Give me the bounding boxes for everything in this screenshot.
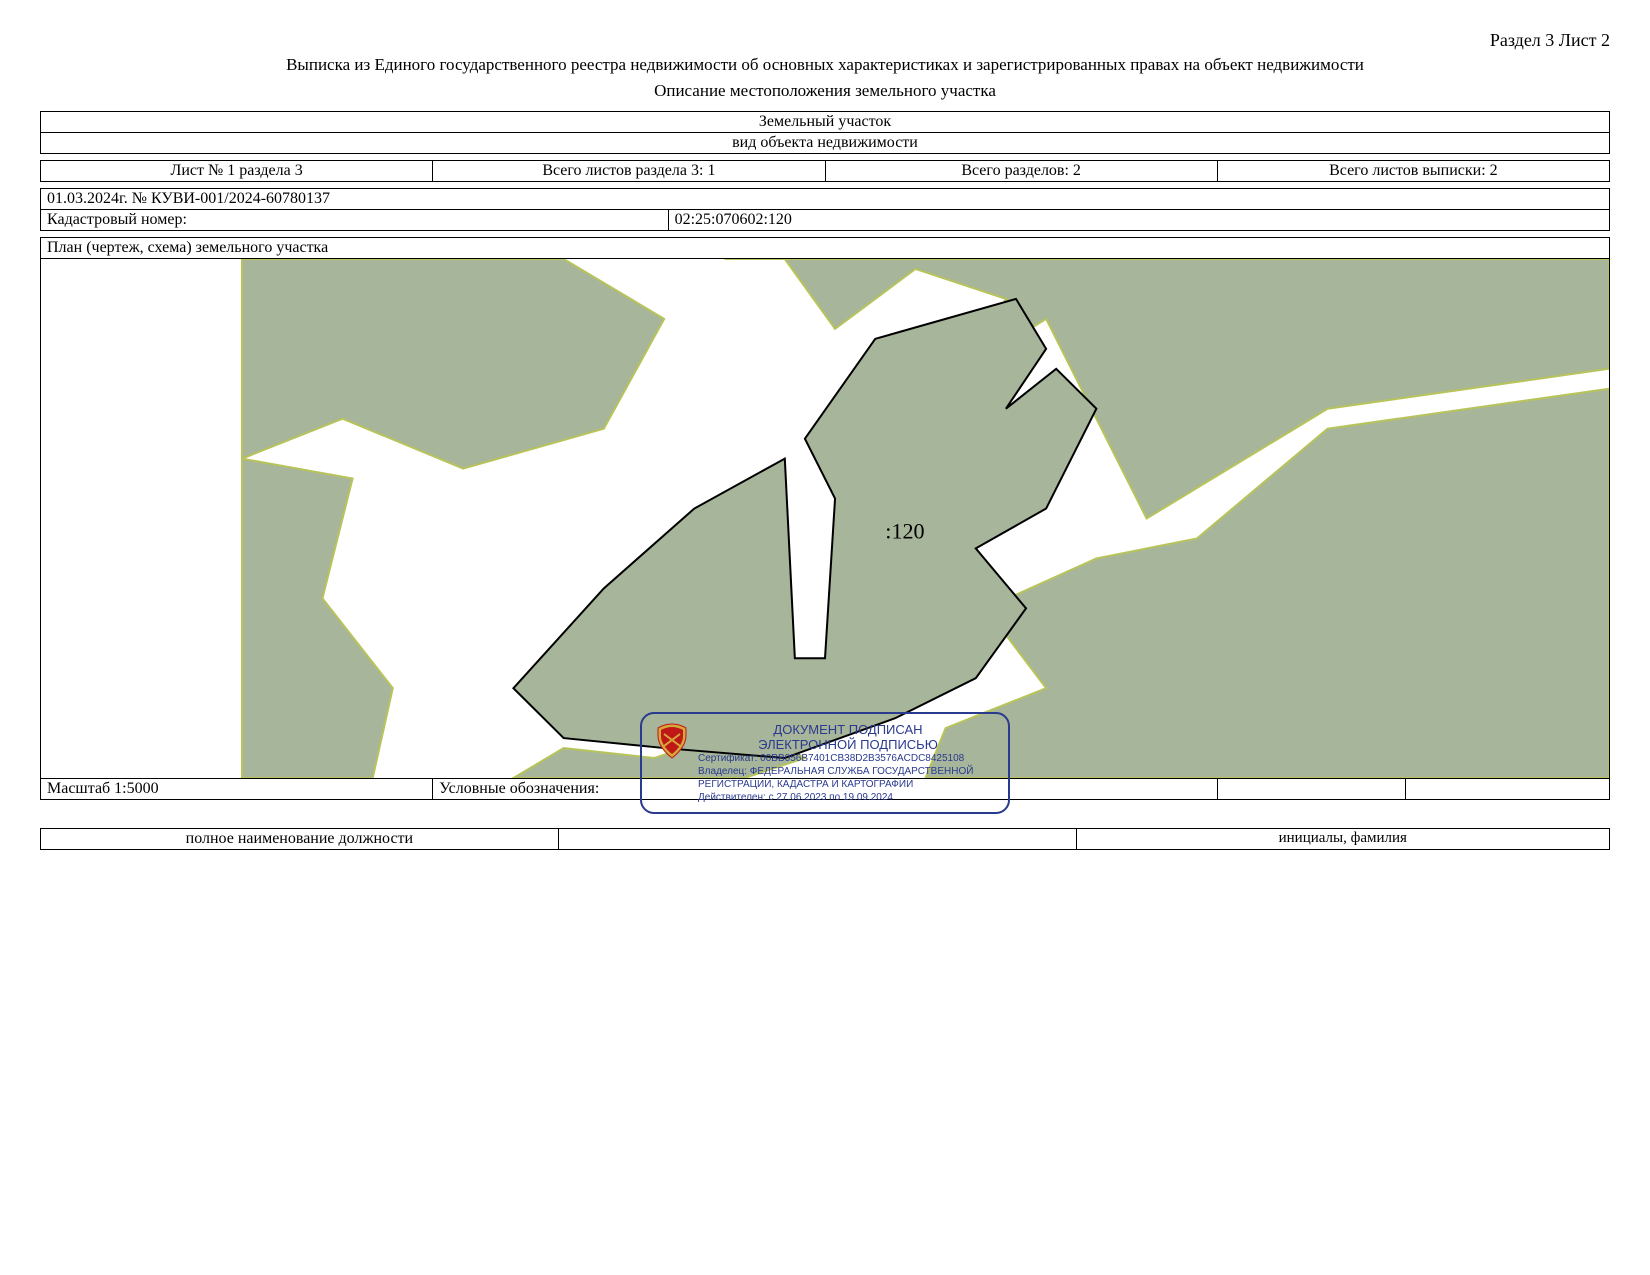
meta-row-table: Лист № 1 раздела 3 Всего листов раздела …	[40, 160, 1610, 182]
footer-initials: инициалы, фамилия	[1076, 829, 1609, 850]
stamp-valid: Действителен: с 27.06.2023 по 19.09.2024	[698, 791, 998, 804]
stamp-title-2: ЭЛЕКТРОННОЙ ПОДПИСЬЮ	[698, 737, 998, 752]
emblem-icon	[652, 722, 692, 762]
footer-table: полное наименование должности инициалы, …	[40, 828, 1610, 850]
stamp-owner: Владелец: ФЕДЕРАЛЬНАЯ СЛУЖБА ГОСУДАРСТВЕ…	[698, 765, 998, 791]
plan-title: План (чертеж, схема) земельного участка	[41, 238, 1610, 259]
stamp-cert: Сертификат: 00BB056B7401CB38D2B3576ACDC8…	[698, 752, 998, 765]
section-sheet-label: Раздел 3 Лист 2	[40, 30, 1610, 51]
parcel-label: :120	[885, 519, 924, 544]
digital-signature-stamp: ДОКУМЕНТ ПОДПИСАН ЭЛЕКТРОННОЙ ПОДПИСЬЮ С…	[640, 712, 1010, 814]
cadastral-value: 02:25:070602:120	[668, 210, 1609, 231]
scale-label: Масштаб 1:5000	[41, 779, 433, 800]
plan-map-cell: :120	[41, 259, 1610, 779]
footer-signature-cell	[558, 829, 1076, 850]
legend-empty-2	[1406, 779, 1610, 800]
legend-empty-1	[1217, 779, 1405, 800]
cadastral-map: :120	[41, 259, 1609, 778]
doc-ref-table: 01.03.2024г. № КУВИ-001/2024-60780137 Ка…	[40, 188, 1610, 231]
object-table: Земельный участок вид объекта недвижимос…	[40, 111, 1610, 154]
object-type-label: вид объекта недвижимости	[41, 133, 1610, 154]
object-name: Земельный участок	[41, 112, 1610, 133]
meta-total-extract-sheets: Всего листов выписки: 2	[1217, 161, 1609, 182]
meta-sheet-no: Лист № 1 раздела 3	[41, 161, 433, 182]
footer-position: полное наименование должности	[41, 829, 559, 850]
cadastral-label: Кадастровый номер:	[41, 210, 669, 231]
document-subtitle: Описание местоположения земельного участ…	[40, 81, 1610, 101]
document-title: Выписка из Единого государственного реес…	[40, 55, 1610, 75]
meta-total-section-sheets: Всего листов раздела 3: 1	[433, 161, 825, 182]
meta-total-sections: Всего разделов: 2	[825, 161, 1217, 182]
doc-reference: 01.03.2024г. № КУВИ-001/2024-60780137	[41, 189, 1610, 210]
stamp-title-1: ДОКУМЕНТ ПОДПИСАН	[698, 722, 998, 737]
